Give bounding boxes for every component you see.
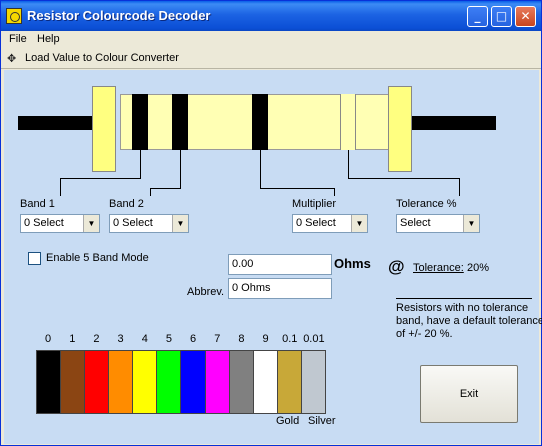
connector-band1-h: [60, 178, 141, 179]
ohms-unit-label: Ohms: [334, 256, 371, 271]
load-converter-link[interactable]: Load Value to Colour Converter: [25, 52, 179, 64]
colour-swatch[interactable]: [205, 351, 230, 413]
chevron-down-icon[interactable]: ▼: [172, 215, 188, 232]
swatch-value-label: 0.01: [303, 333, 325, 345]
swatch-value-label: 1: [69, 333, 76, 345]
connector-band2-v: [180, 150, 181, 188]
multiplier-select-value: 0 Select: [296, 217, 336, 229]
connector-multiplier-v: [260, 150, 261, 188]
colour-swatch[interactable]: [229, 351, 254, 413]
connector-tolerance-h: [348, 178, 459, 179]
abbrev-value-field[interactable]: 0 Ohms: [228, 278, 332, 299]
colour-swatch[interactable]: [37, 351, 62, 413]
connector-multiplier-h: [260, 188, 334, 189]
multiplier-label: Multiplier: [292, 198, 337, 210]
band1-select-value: 0 Select: [24, 217, 64, 229]
chevron-down-icon[interactable]: ▼: [351, 215, 367, 232]
colour-swatch[interactable]: [61, 351, 86, 413]
resistor-band-1[interactable]: [132, 94, 148, 150]
swatch-value-label: 2: [93, 333, 100, 345]
colour-swatch[interactable]: [109, 351, 134, 413]
maximize-button[interactable]: □: [491, 6, 512, 27]
resistor-lead-left: [18, 116, 98, 130]
swatch-value-label: 4: [141, 333, 148, 345]
band1-label: Band 1: [20, 198, 55, 210]
swatch-value-label: 9: [262, 333, 269, 345]
swatch-value-label: 0: [45, 333, 52, 345]
tolerance-note: Resistors with no tolerance band, have a…: [396, 302, 542, 340]
connector-band1-v: [140, 150, 141, 178]
tolerance-result-value: 20%: [467, 262, 490, 274]
app-window: Resistor Colourcode Decoder _ □ ✕ File H…: [0, 0, 542, 446]
swatch-value-label: 5: [165, 333, 172, 345]
band1-select[interactable]: 0 Select ▼: [20, 214, 100, 233]
tolerance-result-label: Tolerance:: [413, 262, 464, 274]
tolerance-label: Tolerance %: [396, 198, 457, 210]
close-button[interactable]: ✕: [515, 6, 536, 27]
connector-multiplier-drop: [334, 188, 335, 196]
window-title: Resistor Colourcode Decoder: [27, 8, 211, 23]
band2-select-value: 0 Select: [113, 217, 153, 229]
connector-band1-drop: [60, 178, 61, 196]
tolerance-select-value: Select: [400, 217, 431, 229]
gold-label: Gold: [276, 415, 300, 427]
resistor-lead-right: [412, 116, 496, 130]
resistor-cap-left: [92, 86, 116, 172]
five-band-label: Enable 5 Band Mode: [46, 252, 149, 264]
connector-band2-h: [150, 188, 181, 189]
chevron-down-icon[interactable]: ▼: [463, 215, 479, 232]
swatch-value-label: 7: [214, 333, 221, 345]
note-divider: [396, 298, 532, 299]
colour-swatch[interactable]: [85, 351, 110, 413]
at-symbol: @: [388, 257, 405, 276]
client-area: Band 1 0 Select ▼ Band 2 0 Select ▼ Mult…: [4, 70, 542, 444]
swatch-value-label: 6: [190, 333, 197, 345]
resistor-band-2[interactable]: [172, 94, 188, 150]
resistor-band-tolerance[interactable]: [340, 94, 356, 150]
resistor-cap-right: [388, 86, 412, 172]
menu-file[interactable]: File: [9, 33, 27, 45]
connector-tolerance-drop: [459, 178, 460, 196]
swatch-value-label: 0.1: [282, 333, 298, 345]
resistor-band-multiplier[interactable]: [252, 94, 268, 150]
tolerance-select[interactable]: Select ▼: [396, 214, 480, 233]
toolbar: ✥ Load Value to Colour Converter: [1, 49, 541, 69]
colour-palette: [36, 350, 326, 414]
minimize-button[interactable]: _: [467, 6, 488, 27]
resistor-app-icon: [6, 8, 22, 24]
abbrev-label: Abbrev.: [187, 286, 225, 298]
band2-label: Band 2: [109, 198, 144, 210]
silver-label: Silver: [308, 415, 336, 427]
swatch-value-label: 3: [117, 333, 124, 345]
colour-swatch[interactable]: [133, 351, 158, 413]
connector-tolerance-v: [348, 150, 349, 178]
menu-bar: File Help: [1, 31, 541, 49]
multiplier-select[interactable]: 0 Select ▼: [292, 214, 368, 233]
ohms-value-field[interactable]: 0.00: [228, 254, 332, 275]
exit-button[interactable]: Exit: [420, 365, 518, 423]
chevron-down-icon[interactable]: ▼: [83, 215, 99, 232]
colour-swatch[interactable]: [301, 351, 325, 413]
swatch-value-label: 8: [238, 333, 245, 345]
title-bar[interactable]: Resistor Colourcode Decoder _ □ ✕: [1, 1, 541, 31]
colour-swatch[interactable]: [277, 351, 302, 413]
colour-swatch[interactable]: [157, 351, 182, 413]
five-band-checkbox[interactable]: [28, 252, 41, 265]
menu-help[interactable]: Help: [37, 33, 60, 45]
band2-select[interactable]: 0 Select ▼: [109, 214, 189, 233]
colour-swatch[interactable]: [253, 351, 278, 413]
colour-swatch[interactable]: [181, 351, 206, 413]
connector-band2-drop: [150, 188, 151, 196]
move-icon[interactable]: ✥: [7, 52, 16, 65]
